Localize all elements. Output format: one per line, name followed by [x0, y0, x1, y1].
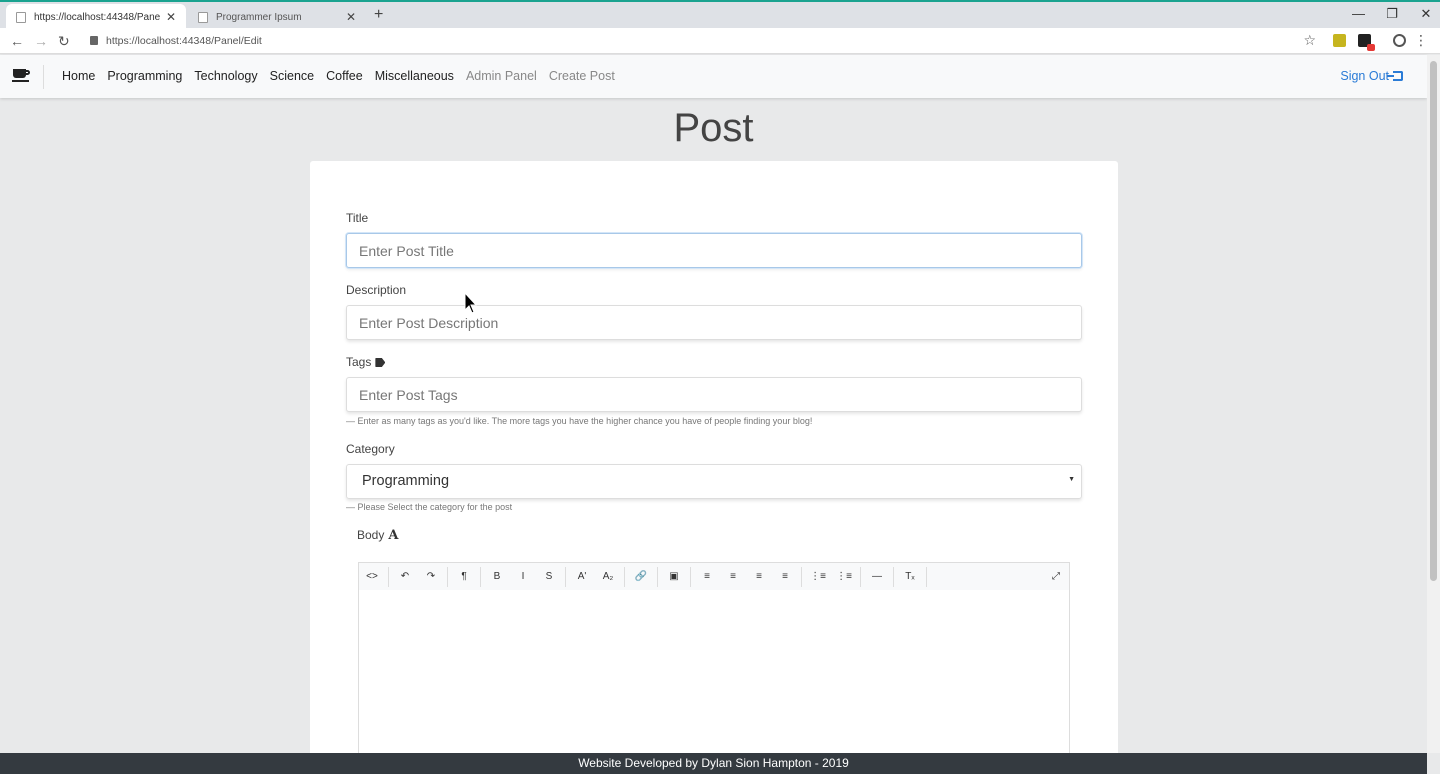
description-label: Description — [346, 283, 407, 297]
sign-out-label: Sign Out — [1340, 69, 1389, 83]
body-editor[interactable] — [358, 590, 1070, 754]
url-field[interactable]: https://localhost:44348/Panel/Edit — [106, 35, 262, 47]
nav-divider — [43, 65, 44, 89]
toolbar-separator — [388, 566, 389, 587]
code-view-icon[interactable]: <> — [359, 567, 385, 587]
redo-icon[interactable]: ↷ — [418, 567, 444, 587]
editor-toolbar: <> ↶ ↷ ¶ B I S A' A₂ 🔗 ▣ ≡ ≡ ≡ ≡ ⋮≡ ⋮≡ — Tₓ ⤢ — [358, 562, 1070, 591]
nav-link-create-post[interactable]: Create Post — [549, 69, 615, 83]
nav-link-technology[interactable]: Technology — [194, 69, 257, 83]
font-icon: A — [388, 528, 399, 543]
browser-tab-inactive[interactable]: Programmer Ipsum ✕ — [188, 4, 366, 30]
horizontal-rule-icon[interactable]: — — [864, 567, 890, 587]
extension-icon[interactable] — [1358, 34, 1375, 51]
align-justify-icon[interactable]: ≡ — [772, 567, 798, 587]
tags-icon — [375, 358, 386, 367]
bullet-list-icon[interactable]: ⋮≡ — [805, 567, 831, 587]
tags-input[interactable] — [346, 377, 1082, 412]
align-center-icon[interactable]: ≡ — [720, 567, 746, 587]
title-input[interactable] — [346, 233, 1082, 268]
category-help-text: — Please Select the category for the pos… — [346, 502, 513, 512]
nav-link-science[interactable]: Science — [270, 69, 314, 83]
page-title: Post — [673, 106, 754, 150]
category-selected-value: Programming — [362, 473, 450, 489]
nav-link-miscellaneous[interactable]: Miscellaneous — [375, 69, 454, 83]
italic-icon[interactable]: I — [510, 567, 536, 587]
extension-icon[interactable] — [1333, 34, 1346, 47]
category-select[interactable]: Programming ▼ — [346, 464, 1082, 499]
toolbar-separator — [480, 566, 481, 587]
star-icon[interactable]: ☆ — [1303, 32, 1316, 49]
page-icon — [16, 11, 26, 23]
image-icon[interactable]: ▣ — [661, 567, 687, 587]
toolbar-separator — [565, 566, 566, 587]
close-window-icon[interactable]: ✕ — [1420, 6, 1432, 22]
bold-icon[interactable]: B — [484, 567, 510, 587]
new-tab-button[interactable]: + — [374, 6, 383, 24]
site-footer: Website Developed by Dylan Sion Hampton … — [0, 753, 1427, 774]
forward-arrow-icon[interactable]: → — [34, 33, 48, 49]
sign-out-icon — [1387, 71, 1403, 81]
toolbar-separator — [447, 566, 448, 587]
scroll-thumb[interactable] — [1430, 61, 1437, 581]
align-right-icon[interactable]: ≡ — [746, 567, 772, 587]
strikethrough-icon[interactable]: S — [536, 567, 562, 587]
restore-icon[interactable]: ❐ — [1386, 6, 1398, 22]
nav-link-programming[interactable]: Programming — [107, 69, 182, 83]
nav-links: Home Programming Technology Science Coff… — [62, 69, 615, 83]
tags-help-text: — Enter as many tags as you'd like. The … — [346, 416, 813, 426]
clear-format-icon[interactable]: Tₓ — [897, 567, 923, 587]
toolbar-separator — [624, 566, 625, 587]
toolbar-separator — [657, 566, 658, 587]
page-scrollbar[interactable] — [1427, 55, 1440, 753]
link-icon[interactable]: 🔗 — [628, 567, 654, 587]
body-label-row: Body A — [357, 528, 398, 543]
window-controls: — ❐ ✕ — [1352, 6, 1432, 22]
nav-link-admin-panel[interactable]: Admin Panel — [466, 69, 537, 83]
fullscreen-icon[interactable]: ⤢ — [1043, 567, 1069, 587]
align-left-icon[interactable]: ≡ — [694, 567, 720, 587]
profile-icon[interactable] — [1393, 34, 1406, 47]
paragraph-icon[interactable]: ¶ — [451, 567, 477, 587]
toolbar-separator — [926, 566, 927, 587]
close-icon[interactable]: ✕ — [166, 10, 176, 24]
tags-label-row: Tags — [346, 355, 386, 369]
description-input[interactable] — [346, 305, 1082, 340]
undo-icon[interactable]: ↶ — [392, 567, 418, 587]
toolbar-separator — [893, 566, 894, 587]
tab-title: Programmer Ipsum — [216, 11, 302, 23]
toolbar-separator — [801, 566, 802, 587]
nav-link-home[interactable]: Home — [62, 69, 95, 83]
address-bar-row: ← → ↻ https://localhost:44348/Panel/Edit… — [0, 28, 1440, 54]
toolbar-separator — [690, 566, 691, 587]
superscript-icon[interactable]: A' — [569, 567, 595, 587]
subscript-icon[interactable]: A₂ — [595, 567, 621, 587]
tab-title: https://localhost:44348/Panel/Ed — [34, 11, 160, 23]
minimize-icon[interactable]: — — [1352, 6, 1365, 22]
coffee-cup-icon[interactable] — [12, 69, 30, 82]
sign-out-link[interactable]: Sign Out — [1340, 69, 1403, 83]
toolbar-separator — [860, 566, 861, 587]
menu-icon[interactable]: ⋮ — [1414, 32, 1428, 49]
tags-label: Tags — [346, 355, 372, 369]
mouse-cursor-icon — [464, 292, 478, 314]
site-navbar: Home Programming Technology Science Coff… — [0, 55, 1427, 98]
numbered-list-icon[interactable]: ⋮≡ — [831, 567, 857, 587]
caret-down-icon: ▼ — [1068, 476, 1075, 483]
browser-tab-active[interactable]: https://localhost:44348/Panel/Ed ✕ — [6, 4, 186, 30]
nav-link-coffee[interactable]: Coffee — [326, 69, 363, 83]
back-arrow-icon[interactable]: ← — [10, 33, 24, 49]
body-label: Body — [357, 528, 385, 542]
title-label: Title — [346, 211, 369, 225]
browser-tab-strip: https://localhost:44348/Panel/Ed ✕ Progr… — [0, 0, 1440, 30]
reload-icon[interactable]: ↻ — [58, 33, 70, 50]
close-icon[interactable]: ✕ — [346, 10, 356, 24]
lock-icon[interactable] — [90, 36, 98, 45]
page-icon — [198, 11, 208, 23]
category-label: Category — [346, 442, 395, 456]
